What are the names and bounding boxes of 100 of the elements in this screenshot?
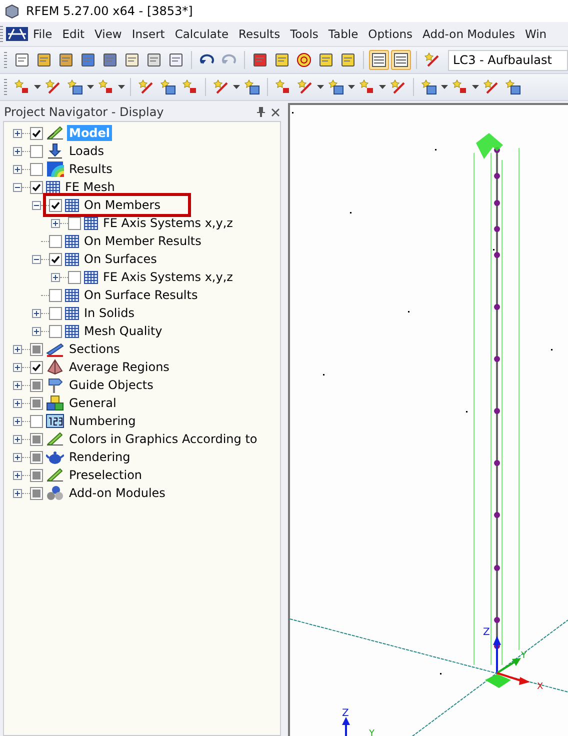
list-icon[interactable] <box>369 50 389 70</box>
checkbox[interactable] <box>30 342 43 356</box>
checkbox[interactable] <box>30 180 43 194</box>
app-logo-icon <box>4 3 20 19</box>
caret-icon[interactable] <box>233 85 240 89</box>
collapse-toggle[interactable] <box>32 254 41 264</box>
expand-toggle[interactable] <box>13 452 22 462</box>
expand-toggle[interactable] <box>13 398 22 408</box>
expand-toggle[interactable] <box>51 272 60 282</box>
expand-toggle[interactable] <box>13 434 22 444</box>
checkbox[interactable] <box>30 144 43 158</box>
checkbox[interactable] <box>30 468 43 482</box>
menu-item[interactable]: View <box>90 27 127 41</box>
caret-icon[interactable] <box>118 85 125 89</box>
down-arrow-icon <box>46 143 64 159</box>
point-marker <box>493 249 494 250</box>
expand-toggle[interactable] <box>32 326 41 336</box>
checkbox[interactable] <box>68 216 81 230</box>
checkbox[interactable] <box>30 450 43 464</box>
tree-item-label[interactable]: Results <box>67 161 114 177</box>
checkbox[interactable] <box>30 396 43 410</box>
numbers-icon <box>46 414 64 428</box>
close-icon[interactable] <box>271 108 280 116</box>
menu-item[interactable]: Insert <box>126 27 170 41</box>
tree-item-label[interactable]: In Solids <box>82 305 136 321</box>
3d-viewport[interactable]: Z Y X Z Y <box>288 103 568 736</box>
checkbox[interactable] <box>30 414 43 428</box>
menu-item[interactable]: Results <box>234 27 286 41</box>
expand-toggle[interactable] <box>13 146 22 156</box>
checkbox[interactable] <box>49 234 62 248</box>
tree-item-label[interactable]: Mesh Quality <box>82 323 164 339</box>
tree-item-label[interactable]: On Members <box>82 197 162 213</box>
expand-toggle[interactable] <box>13 362 22 372</box>
collapse-toggle[interactable] <box>13 182 22 192</box>
z-axis-arrow <box>342 717 350 736</box>
checkbox[interactable] <box>49 252 62 266</box>
point-marker <box>292 112 294 114</box>
tree-item-label[interactable]: Numbering <box>67 413 138 429</box>
tree-item-label[interactable]: On Surfaces <box>82 251 159 267</box>
expand-toggle[interactable] <box>32 308 41 318</box>
point-marker <box>551 349 552 350</box>
checkbox[interactable] <box>30 360 43 374</box>
load-case-select[interactable]: LC3 - Aufbaulast <box>448 50 568 70</box>
app-menu-icon[interactable] <box>6 27 28 41</box>
collapse-toggle[interactable] <box>32 200 41 210</box>
menu-item[interactable]: Tools <box>285 27 324 41</box>
menu-item[interactable]: Table <box>323 27 364 41</box>
point-marker <box>408 311 410 312</box>
axis-label: X <box>537 682 544 692</box>
panel-title: Project Navigator - Display <box>4 105 165 119</box>
point-marker <box>323 374 324 376</box>
checkbox[interactable] <box>30 486 43 500</box>
checkbox[interactable] <box>30 378 43 392</box>
tree-item-label[interactable]: Average Regions <box>67 359 172 375</box>
axis-label: Y <box>369 729 374 736</box>
menu-item[interactable]: Edit <box>57 27 90 41</box>
checkbox[interactable] <box>68 270 81 284</box>
expand-toggle[interactable] <box>13 344 22 354</box>
caret-icon[interactable] <box>472 85 479 89</box>
tree-item-label[interactable]: FE Mesh <box>63 179 117 195</box>
checkbox[interactable] <box>49 306 62 320</box>
tree-item-label[interactable]: On Member Results <box>82 233 204 249</box>
expand-toggle[interactable] <box>13 416 22 426</box>
expand-toggle[interactable] <box>13 470 22 480</box>
tree-item-label[interactable]: Preselection <box>67 467 144 483</box>
tree-item-label[interactable]: Loads <box>67 143 106 159</box>
menu-item[interactable]: File <box>28 27 58 41</box>
menu-item[interactable]: Add-on Modules <box>418 27 520 41</box>
caret-icon[interactable] <box>379 85 386 89</box>
menu-item[interactable]: Win <box>520 27 552 41</box>
expand-toggle[interactable] <box>51 218 60 228</box>
tree-item-label[interactable]: Add-on Modules <box>67 485 168 501</box>
expand-toggle[interactable] <box>13 164 22 174</box>
expand-toggle[interactable] <box>13 380 22 390</box>
tree-item-label[interactable]: Guide Objects <box>67 377 156 393</box>
checkbox[interactable] <box>30 162 43 176</box>
checkbox[interactable] <box>30 432 43 446</box>
checkbox[interactable] <box>30 126 43 140</box>
expand-toggle[interactable] <box>13 128 22 138</box>
tree-item-label[interactable]: On Surface Results <box>82 287 200 303</box>
caret-icon[interactable] <box>441 85 448 89</box>
pin-icon[interactable] <box>257 107 265 117</box>
tree-item-label[interactable]: FE Axis Systems x,y,z <box>101 215 235 231</box>
tree-item-label[interactable]: FE Axis Systems x,y,z <box>101 269 235 285</box>
caret-icon[interactable] <box>348 85 355 89</box>
tree-item-label[interactable]: Sections <box>67 341 122 357</box>
caret-icon[interactable] <box>34 85 41 89</box>
table-icon[interactable] <box>391 50 411 70</box>
checkbox[interactable] <box>49 324 62 338</box>
menu-item[interactable]: Calculate <box>170 27 234 41</box>
tree-item-label[interactable]: Colors in Graphics According to <box>67 431 260 447</box>
expand-toggle[interactable] <box>13 488 22 498</box>
checkbox[interactable] <box>49 198 62 212</box>
caret-icon[interactable] <box>317 85 324 89</box>
tree-item-label[interactable]: General <box>67 395 118 411</box>
target-icon[interactable] <box>294 50 314 70</box>
checkbox[interactable] <box>49 288 62 302</box>
tree-item-label[interactable]: Rendering <box>67 449 132 465</box>
caret-icon[interactable] <box>87 85 94 89</box>
menu-item[interactable]: Options <box>363 27 418 41</box>
